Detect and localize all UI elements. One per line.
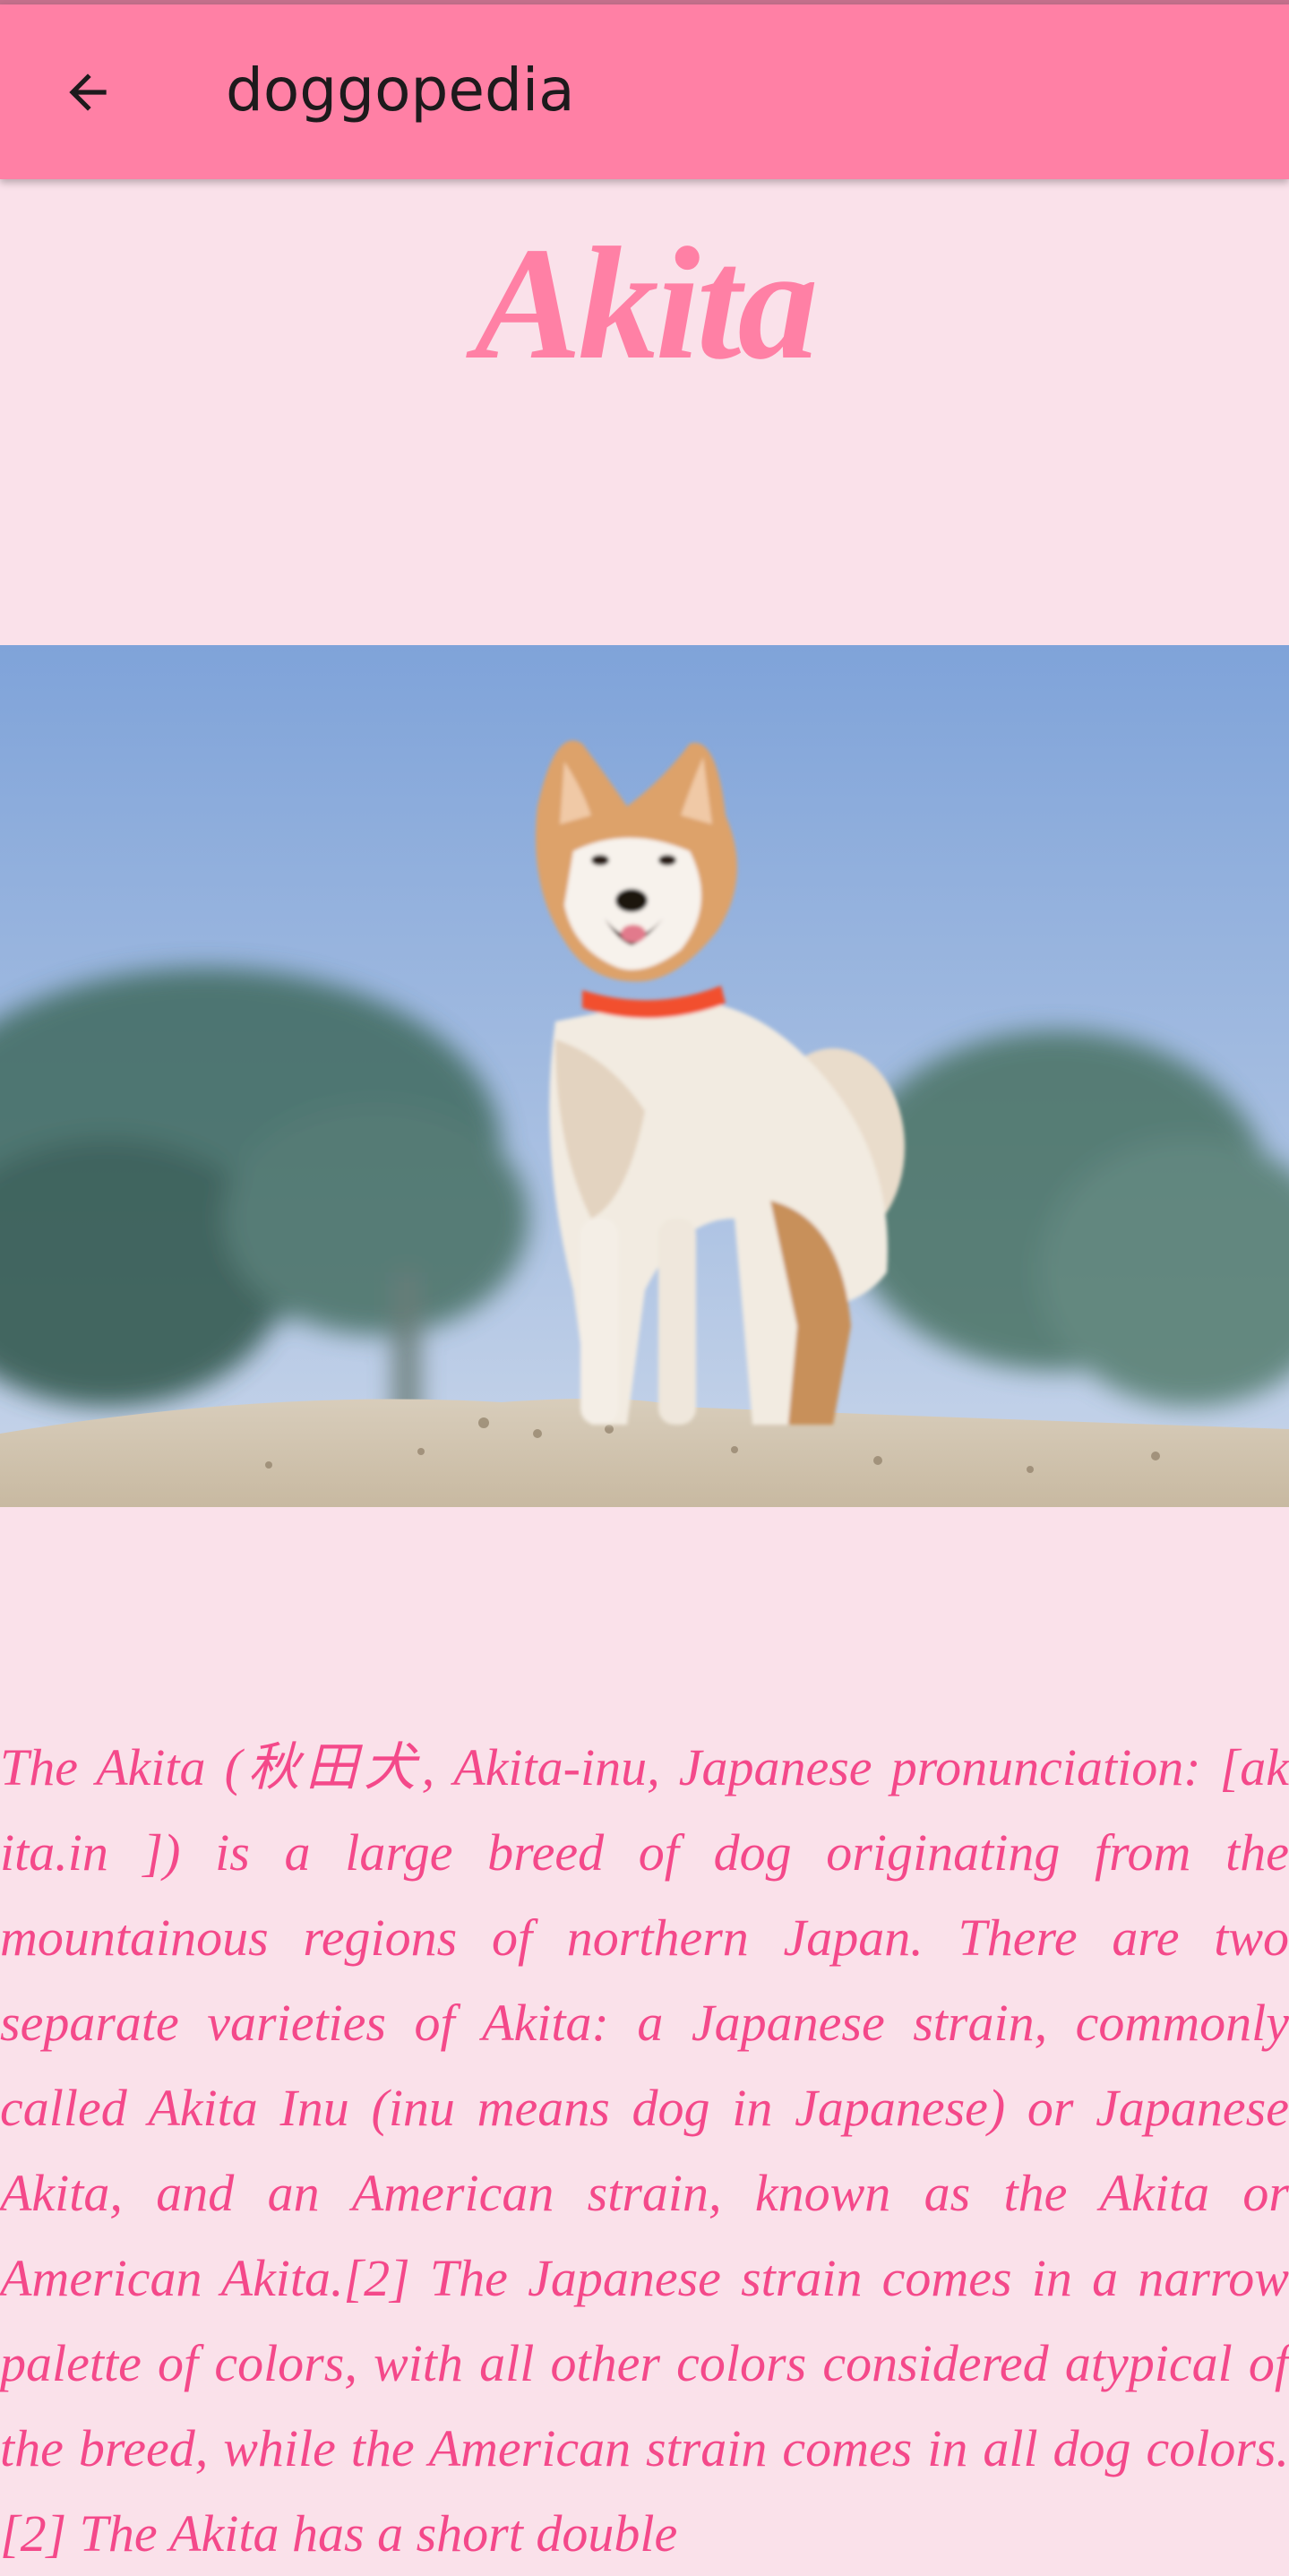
app-bar: doggopedia <box>0 4 1289 179</box>
app-title: doggopedia <box>226 56 575 125</box>
breed-name-heading: Akita <box>474 214 818 392</box>
arrow-back-icon <box>69 73 107 111</box>
breed-photo-illustration <box>0 645 1289 1507</box>
breed-description: The Akita (秋田犬, Akita-inu, Japanese pron… <box>0 1738 1289 2563</box>
back-button[interactable] <box>43 47 133 137</box>
breed-photo <box>0 645 1289 1507</box>
